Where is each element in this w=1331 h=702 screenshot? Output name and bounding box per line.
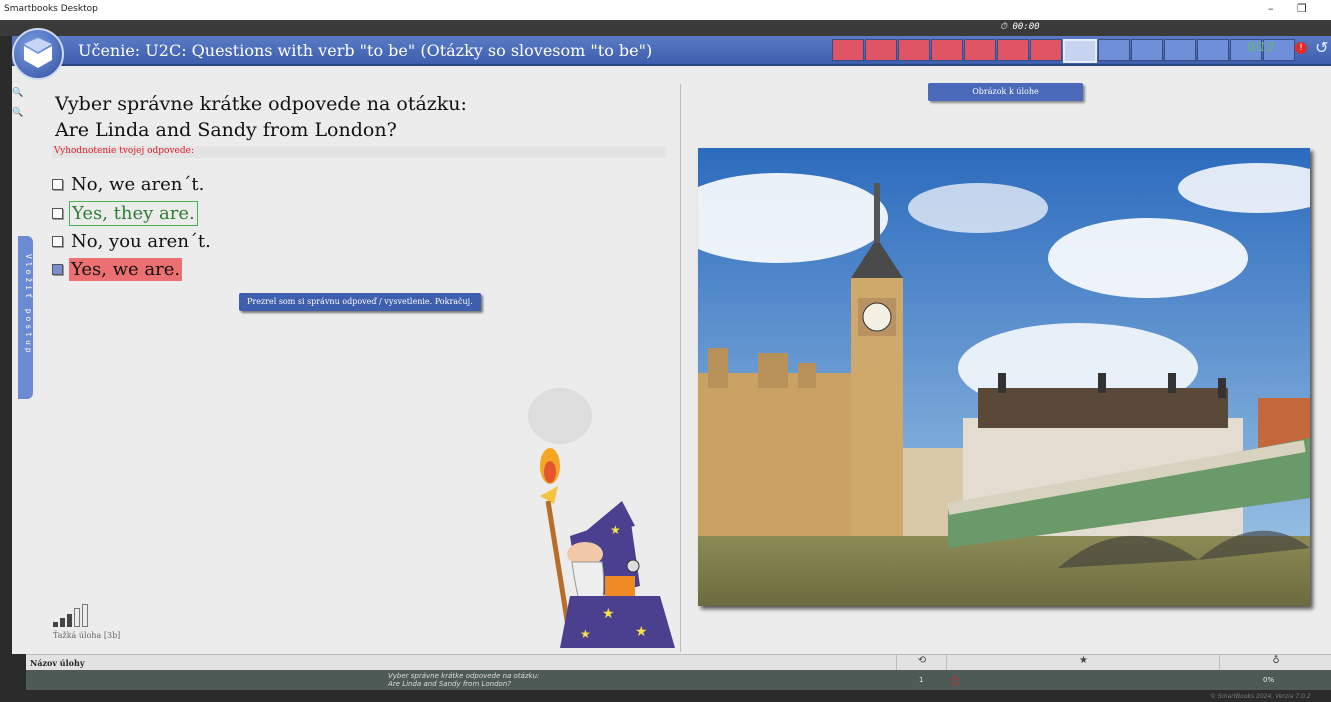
maximize-button[interactable]: ❐ [1297,2,1307,15]
timer-value: 00:00 [1012,22,1040,32]
progress-segment-wrong [997,39,1029,61]
book-logo-icon [24,38,52,68]
task-photo-big-ben [698,148,1310,606]
zoom-out-icon[interactable]: 🔍 [12,108,23,118]
report-error-icon[interactable]: ! [1295,42,1307,54]
svg-text:★: ★ [635,624,648,640]
answer-option[interactable]: No, we aren´t. [52,173,206,196]
continue-button[interactable]: Prezrel som si správnu odpoveď / vysvetl… [239,293,481,311]
version-label: © SmartBooks 2024, Verzia 7.0.2 [1210,693,1311,700]
refresh-icon[interactable]: ⟲ [896,655,947,671]
lesson-title: Učenie: U2C: Questions with verb "to be"… [78,41,653,60]
insert-procedure-label: Vložiť postup [24,254,33,356]
progress-counter: 0/13 [1247,40,1274,54]
wizard-mascot: ★ ★ ★ ★ [528,388,675,648]
panel-divider [680,84,681,652]
progress-segment-pending [1197,39,1229,61]
progress-segment-pending [1131,39,1163,61]
lesson-header: Učenie: U2C: Questions with verb "to be"… [12,36,1331,66]
footer-question: Vyber správne krátke odpovede na otázku:… [388,672,539,688]
minimize-button[interactable]: – [1268,2,1274,15]
progress-segment-wrong [1030,39,1062,61]
task-question: Are Linda and Sandy from London? [55,119,397,141]
checkbox[interactable] [52,179,63,190]
progress-segment-wrong [832,39,864,61]
answer-text-wrong: Yes, we are. [69,258,183,281]
bulb-icon[interactable]: ♁ [1219,655,1331,671]
answer-option[interactable]: Yes, they are. [52,201,198,226]
progress-segment-current [1063,39,1097,63]
svg-text:★: ★ [580,627,591,641]
footer-question-line2: Are Linda and Sandy from London? [388,680,511,688]
timer: ⏱ 00:00 [1000,22,1040,32]
status-footer: Vyber správne krátke odpovede na otázku:… [26,670,1331,690]
checkbox[interactable] [52,236,63,247]
difficulty-label: Ťažká úloha [3b] [53,631,121,640]
answer-option[interactable]: No, you aren´t. [52,230,213,253]
progress-bar [832,39,1296,63]
checkbox-selected[interactable] [52,264,63,275]
difficulty-icon [53,604,90,627]
evaluation-label: Vyhodnotenie tvojej odpovede: [52,146,666,158]
footer-count: 1 [919,676,924,684]
task-info-bar: Názov úlohy ⟲ ★ ♁ [26,654,1331,671]
top-band [0,20,1331,36]
progress-segment-wrong [931,39,963,61]
task-name-label: Názov úlohy [30,658,85,668]
zoom-in-icon[interactable]: 🔍 [12,88,23,98]
progress-segment-wrong [865,39,897,61]
answer-option[interactable]: Yes, we are. [52,258,183,281]
task-instruction: Vyber správne krátke odpovede na otázku: [55,93,467,115]
checkbox[interactable] [52,208,63,219]
task-image-button[interactable]: Obrázok k úlohe [928,83,1083,101]
progress-segment-wrong [898,39,930,61]
star-icon[interactable]: ★ [946,655,1220,671]
progress-segment-pending [1098,39,1130,61]
svg-text:★: ★ [610,523,621,537]
app-logo[interactable] [12,28,64,80]
insert-procedure-tab[interactable]: Vložiť postup [18,236,33,399]
svg-text:★: ★ [602,606,615,622]
answer-text: No, you aren´t. [71,231,211,252]
progress-segment-wrong [964,39,996,61]
window-titlebar: Smartbooks Desktop – ❐ [0,0,1331,20]
footer-question-line1: Vyber správne krátke odpovede na otázku: [388,672,540,680]
stopwatch-icon: ⏱ [1000,22,1008,32]
footer-percent: 0% [1263,676,1275,684]
main-panel: 🔍 🔍 Vyber správne krátke odpovede na otá… [12,66,1331,654]
answer-text-correct: Yes, they are. [69,201,198,226]
answer-text: No, we aren´t. [71,174,205,195]
window-title: Smartbooks Desktop [4,4,98,14]
progress-segment-pending [1164,39,1196,61]
red-star-icon: ☆ [948,671,963,690]
back-icon[interactable]: ↺ [1315,38,1328,57]
